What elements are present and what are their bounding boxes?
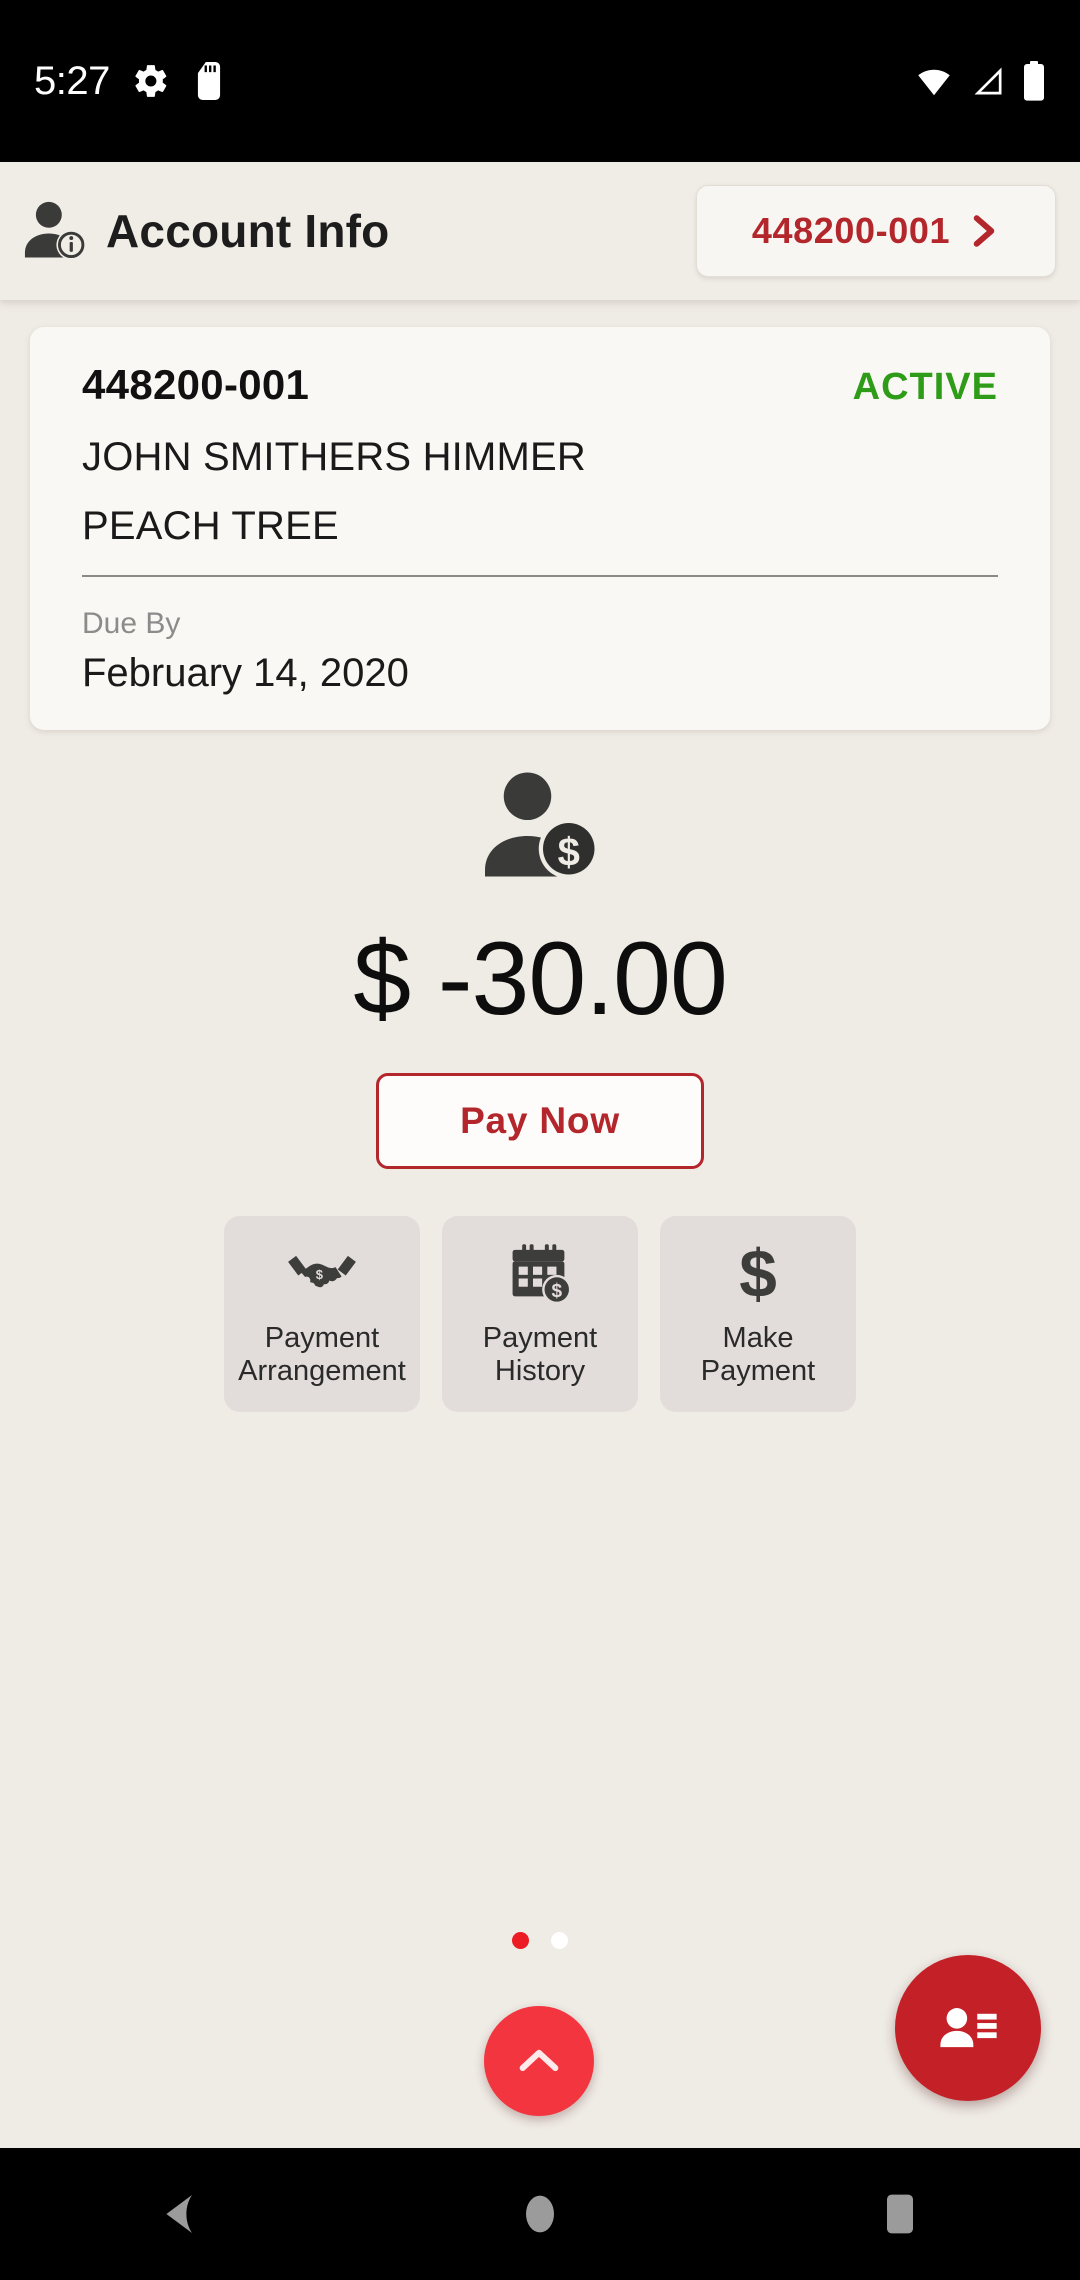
- tile-label-payment-arrangement: Payment Arrangement: [238, 1322, 406, 1389]
- tile-payment-history[interactable]: $ Payment History: [442, 1216, 638, 1412]
- account-selector-pill[interactable]: 448200-001: [696, 185, 1056, 277]
- tile-payment-arrangement[interactable]: $ Payment Arrangement: [224, 1216, 420, 1412]
- nav-home-button[interactable]: [440, 2148, 640, 2280]
- tile-label-line1: Payment: [482, 1322, 598, 1354]
- status-bar: 5:27: [0, 0, 1080, 162]
- due-by-label: Due By: [82, 607, 181, 640]
- tile-label-line2: Arrangement: [238, 1355, 406, 1388]
- pay-now-button[interactable]: Pay Now: [376, 1073, 704, 1169]
- app-screen: 5:27 Account Info 448200-001 448200-001 …: [0, 0, 1080, 2280]
- sd-card-icon: [192, 62, 226, 100]
- balance-amount: $ -30.00: [353, 921, 728, 1037]
- tile-label-make-payment: Make Payment: [701, 1322, 815, 1389]
- back-triangle-icon: [160, 2192, 200, 2236]
- tile-label-line2: History: [494, 1355, 586, 1388]
- home-circle-icon: [520, 2190, 560, 2238]
- svg-text:$: $: [551, 1281, 562, 1302]
- account-card-header: 448200-001 ACTIVE: [82, 361, 998, 409]
- page-title: Account Info: [106, 205, 390, 257]
- status-bar-left: 5:27: [34, 59, 226, 104]
- android-nav-bar: [0, 2148, 1080, 2280]
- app-bar: Account Info 448200-001: [0, 162, 1080, 300]
- tile-label-line1: Payment: [264, 1322, 380, 1354]
- status-badge: ACTIVE: [852, 366, 998, 408]
- contact-card-icon: [933, 1993, 1003, 2063]
- chevron-right-icon: [968, 209, 1000, 253]
- page-dot-inactive[interactable]: [551, 1932, 568, 1949]
- status-bar-clock: 5:27: [34, 58, 110, 103]
- scroll-up-fab[interactable]: [484, 2006, 594, 2116]
- settings-gear-icon: [132, 62, 170, 100]
- page-indicator: [0, 1932, 1080, 1949]
- due-by-value: February 14, 2020: [82, 651, 409, 695]
- balance-icon-wrap: $: [0, 766, 1080, 884]
- chevron-up-icon: [511, 2033, 567, 2089]
- nav-back-button[interactable]: [80, 2148, 280, 2280]
- tile-make-payment[interactable]: $ Make Payment: [660, 1216, 856, 1412]
- tile-label-line2: Payment: [700, 1355, 816, 1388]
- calendar-dollar-icon: $: [506, 1242, 574, 1308]
- tile-label-payment-history: Payment History: [483, 1322, 597, 1389]
- svg-text:$: $: [316, 1267, 324, 1282]
- account-summary-card[interactable]: 448200-001 ACTIVE JOHN SMITHERS HIMMER P…: [30, 327, 1050, 730]
- handshake-dollar-icon: $: [285, 1242, 359, 1308]
- person-dollar-icon: $: [475, 766, 605, 884]
- status-bar-right: [914, 61, 1046, 101]
- nav-recents-button[interactable]: [800, 2148, 1000, 2280]
- pay-now-wrap: Pay Now: [0, 1073, 1080, 1169]
- svg-text:$: $: [558, 831, 580, 875]
- dollar-sign-icon: $: [733, 1242, 783, 1308]
- page-dot-active[interactable]: [512, 1932, 529, 1949]
- contacts-fab[interactable]: [895, 1955, 1041, 2101]
- cellular-signal-icon: [968, 63, 1008, 99]
- svg-text:$: $: [739, 1242, 777, 1308]
- account-selector-label: 448200-001: [751, 210, 951, 251]
- tile-label-line1: Make: [722, 1322, 794, 1354]
- card-divider: [82, 575, 998, 577]
- customer-name: JOHN SMITHERS HIMMER: [82, 435, 586, 479]
- wifi-icon: [914, 63, 954, 99]
- service-name: PEACH TREE: [82, 504, 339, 548]
- account-info-icon: [18, 194, 92, 268]
- battery-icon: [1022, 61, 1046, 101]
- account-number: 448200-001: [82, 361, 310, 408]
- quick-actions: $ Payment Arrangement $ Payment History …: [0, 1216, 1080, 1412]
- recents-square-icon: [881, 2191, 919, 2237]
